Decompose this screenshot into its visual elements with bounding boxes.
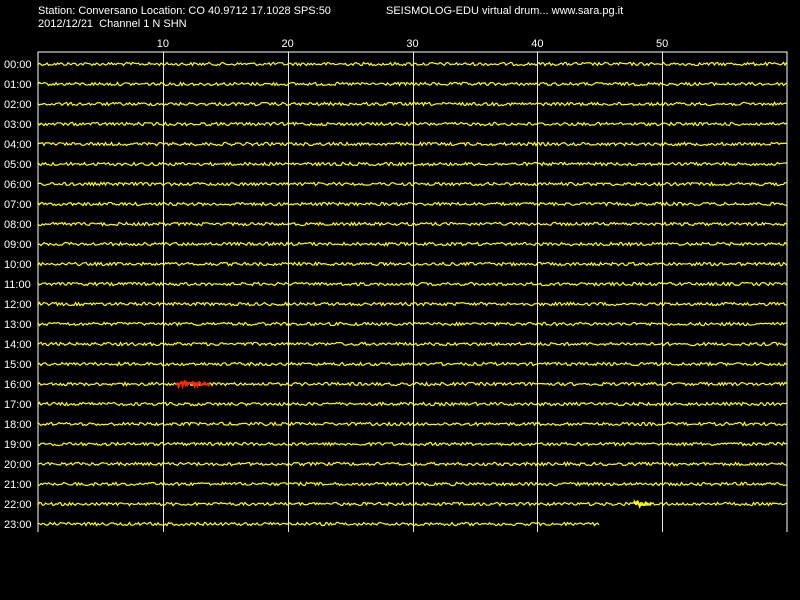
trace-0800 [37,221,787,227]
trace-1700 [37,401,787,408]
row-label: 00:00 [4,59,32,71]
x-tick-label: 50 [656,38,668,50]
trace-0200 [37,101,787,107]
row-label: 09:00 [4,239,32,251]
trace-0500 [37,160,787,167]
row-label: 08:00 [4,219,32,231]
trace-0100 [37,81,787,87]
x-tick-label: 10 [157,38,169,50]
trace-1800 [37,421,787,427]
trace-2300 [37,521,600,527]
row-label: 14:00 [4,339,32,351]
row-label: 23:00 [4,519,32,531]
row-label: 13:00 [4,319,32,331]
row-label: 15:00 [4,359,32,371]
row-label: 03:00 [4,119,32,131]
row-label: 04:00 [4,139,32,151]
trace-1000 [37,261,787,268]
seismogram-drum: 10 20 30 40 50 00:00 01:00 02:00 03:00 04:00 05:0… [4,38,788,532]
trace-1600 [37,381,787,387]
row-label: 05:00 [4,159,32,171]
row-label: 20:00 [4,459,32,471]
x-tick-label: 20 [282,38,294,50]
trace-1200 [37,301,787,307]
trace-1400 [37,341,788,347]
row-label: 12:00 [4,299,32,311]
row-label: 18:00 [4,419,32,431]
row-label: 11:00 [4,279,31,291]
trace-0600 [37,181,787,187]
row-label: 19:00 [4,439,32,451]
row-label: 10:00 [4,259,32,271]
trace-0000 [37,61,788,67]
trace-0300 [37,121,787,127]
x-tick-label: 40 [531,38,543,50]
row-labels: 00:00 01:00 02:00 03:00 04:00 05:00 06:00 07:00… [4,59,32,531]
trace-0900 [37,241,787,247]
event-1600 [175,379,211,390]
trace-1500 [37,361,787,367]
row-label: 02:00 [4,99,32,111]
row-label: 06:00 [4,179,32,191]
traces [37,61,788,527]
plot-frame [37,51,788,532]
row-label: 21:00 [4,479,32,491]
row-label: 16:00 [4,379,32,391]
grid [37,51,788,532]
trace-1900 [37,441,787,447]
trace-1100 [37,281,787,287]
trace-2200 [37,501,787,508]
trace-2000 [37,461,787,467]
row-label: 07:00 [4,199,32,211]
row-label: 01:00 [4,79,32,91]
trace-2100 [37,481,787,487]
row-label: 22:00 [4,499,32,511]
row-label: 17:00 [4,399,32,411]
trace-0700 [37,200,787,207]
trace-0400 [37,141,787,147]
trace-1300 [37,321,787,327]
x-tick-labels: 10 20 30 40 50 [157,38,669,50]
x-tick-label: 30 [406,38,418,50]
